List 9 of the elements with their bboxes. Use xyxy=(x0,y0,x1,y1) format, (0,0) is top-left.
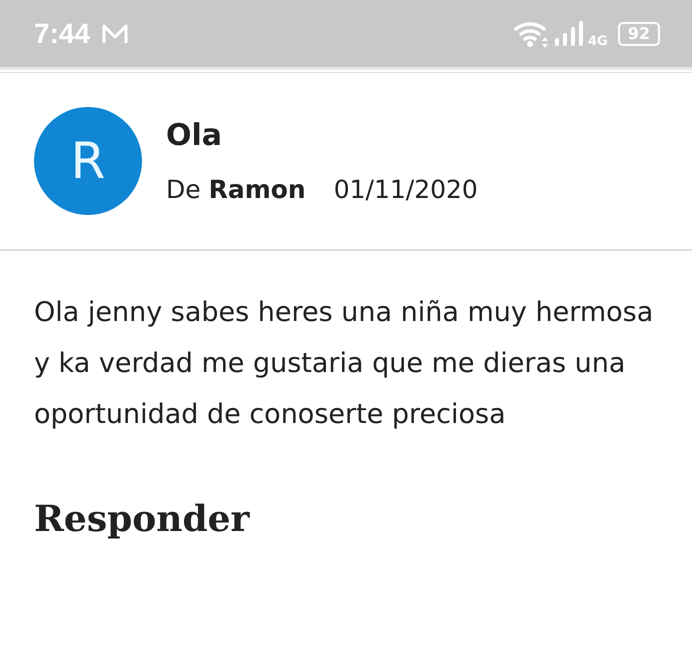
avatar: R xyxy=(34,107,142,215)
reply-heading: Responder xyxy=(34,498,251,540)
wifi-icon xyxy=(514,20,550,48)
message-subject: Ola xyxy=(166,118,224,153)
signal-icon xyxy=(554,20,584,46)
mail-icon xyxy=(102,22,128,44)
sender-label: De Ramon xyxy=(166,175,306,204)
message-date: 01/11/2020 xyxy=(334,175,478,204)
message-body: Ola jenny sabes heres una niña muy hermosa y ka verdad me gustaria que me dieras una oportunidad de conoserte preciosa xyxy=(34,296,654,432)
